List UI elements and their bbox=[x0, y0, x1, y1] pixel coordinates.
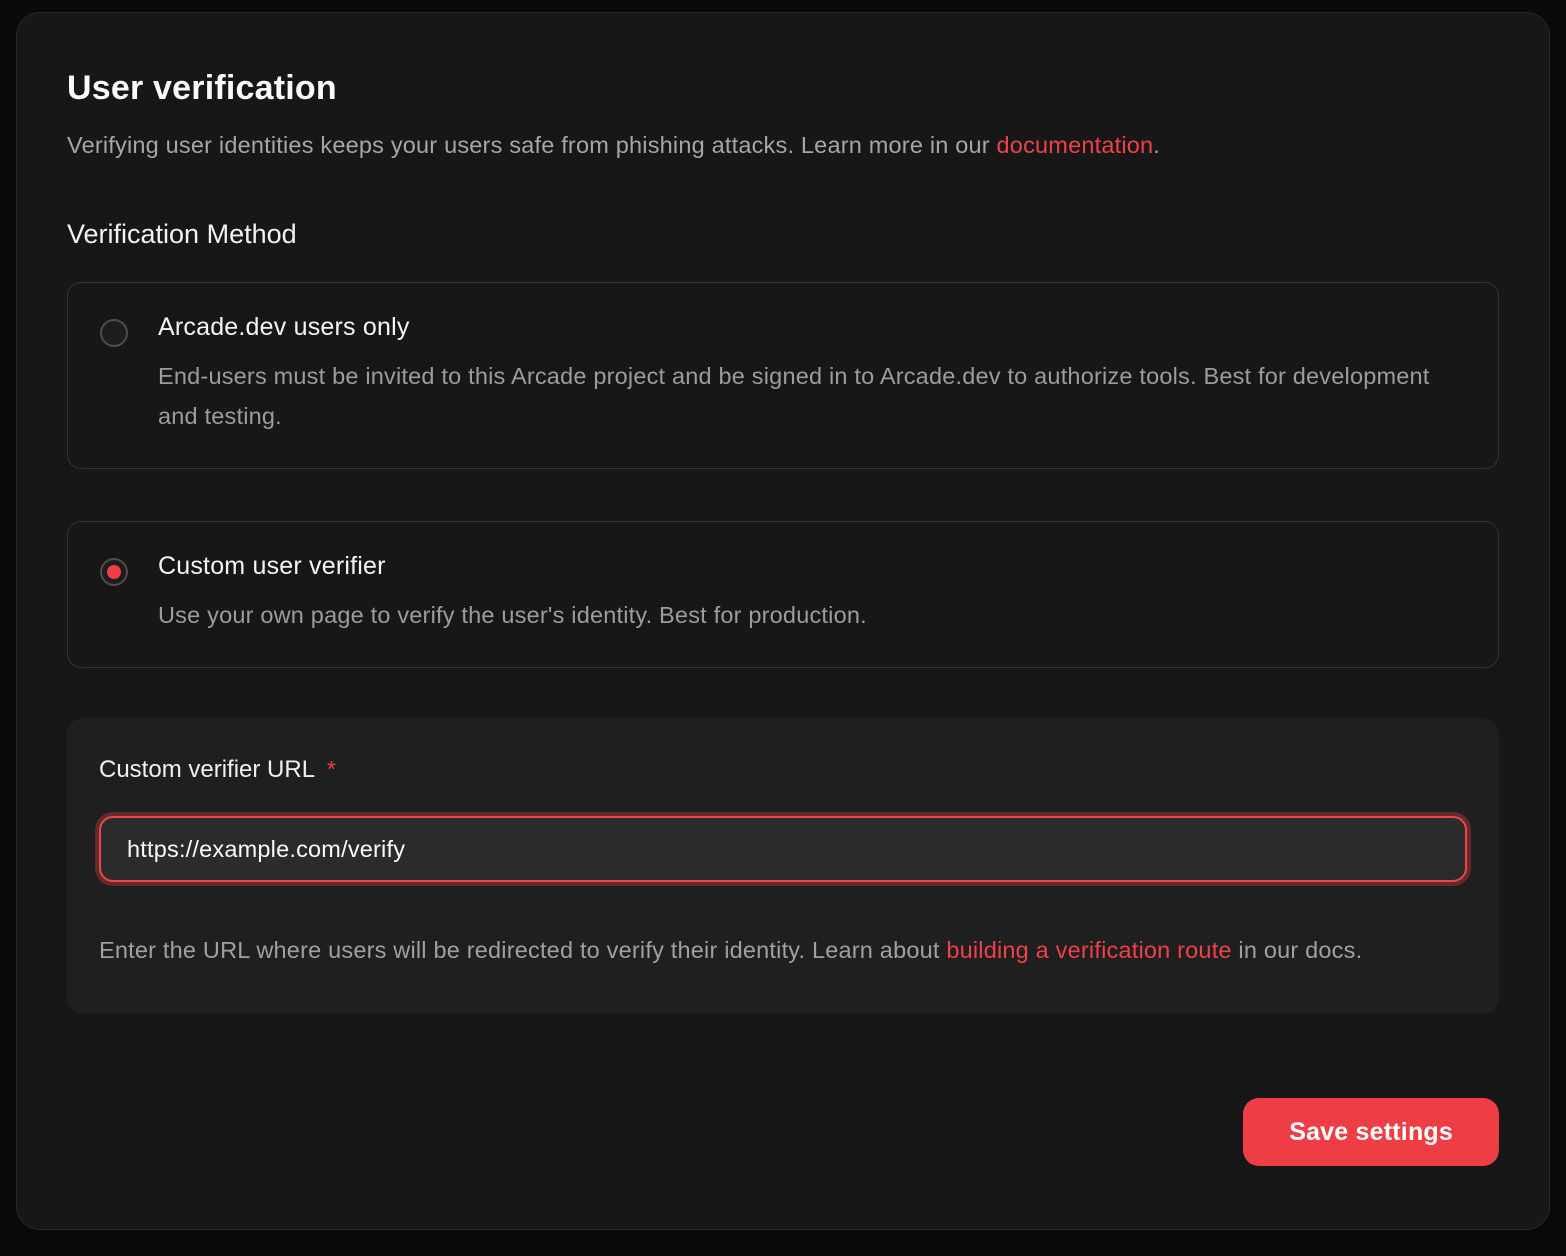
verification-route-link[interactable]: building a verification route bbox=[946, 937, 1231, 963]
option-content: Arcade.dev users only End-users must be … bbox=[158, 313, 1462, 436]
actions-row: Save settings bbox=[67, 1098, 1499, 1166]
subtitle-text: Verifying user identities keeps your use… bbox=[67, 132, 997, 158]
custom-verifier-url-input[interactable] bbox=[99, 816, 1467, 882]
radio-custom-user-verifier[interactable] bbox=[100, 558, 128, 586]
option-arcade-users-only[interactable]: Arcade.dev users only End-users must be … bbox=[67, 282, 1499, 469]
option-description: Use your own page to verify the user's i… bbox=[158, 595, 867, 635]
save-settings-button[interactable]: Save settings bbox=[1243, 1098, 1499, 1166]
custom-verifier-url-panel: Custom verifier URL * Enter the URL wher… bbox=[67, 718, 1499, 1014]
url-label-row: Custom verifier URL * bbox=[99, 756, 1467, 784]
user-verification-card: User verification Verifying user identit… bbox=[16, 12, 1550, 1230]
page-subtitle: Verifying user identities keeps your use… bbox=[67, 132, 1499, 159]
custom-verifier-url-label: Custom verifier URL bbox=[99, 756, 315, 784]
url-helper-text: Enter the URL where users will be redire… bbox=[99, 930, 1459, 970]
option-custom-user-verifier[interactable]: Custom user verifier Use your own page t… bbox=[67, 521, 1499, 668]
helper-text-before: Enter the URL where users will be redire… bbox=[99, 937, 946, 963]
option-content: Custom user verifier Use your own page t… bbox=[158, 552, 867, 635]
radio-arcade-users-only[interactable] bbox=[100, 319, 128, 347]
radio-dot bbox=[107, 565, 121, 579]
option-label: Arcade.dev users only bbox=[158, 313, 1462, 342]
subtitle-text-after: . bbox=[1153, 132, 1160, 158]
page-title: User verification bbox=[67, 69, 1499, 108]
option-description: End-users must be invited to this Arcade… bbox=[158, 356, 1462, 436]
documentation-link[interactable]: documentation bbox=[997, 132, 1154, 158]
verification-method-heading: Verification Method bbox=[67, 219, 1499, 250]
option-label: Custom user verifier bbox=[158, 552, 867, 581]
helper-text-after: in our docs. bbox=[1232, 937, 1363, 963]
required-asterisk: * bbox=[327, 756, 336, 783]
